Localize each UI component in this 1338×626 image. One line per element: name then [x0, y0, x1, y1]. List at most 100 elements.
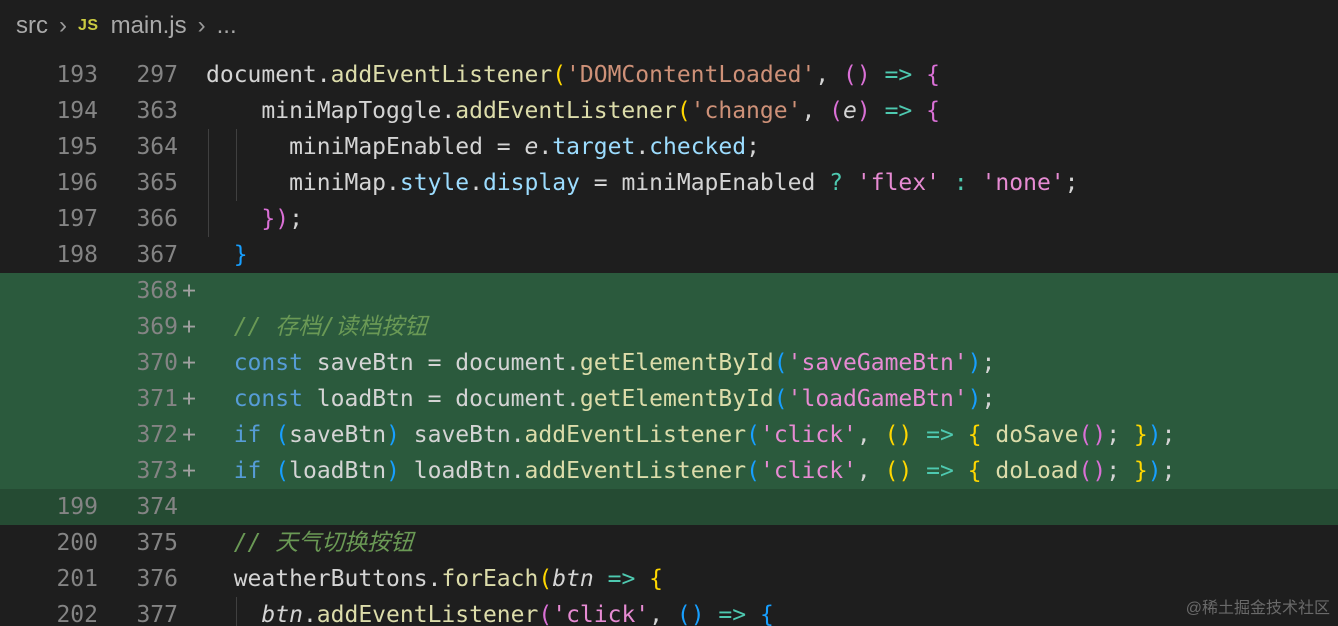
code-token: } — [1133, 422, 1148, 448]
code-token: => — [870, 98, 927, 124]
code-line[interactable]: 202 377 btn.addEventListener('click', () … — [0, 597, 1338, 626]
code-line[interactable]: 196 365 miniMap.style.display = miniMapEn… — [0, 165, 1338, 201]
code-token: e — [524, 134, 539, 160]
js-file-icon: JS — [78, 17, 99, 34]
breadcrumb: src › JS main.js › ... — [0, 0, 1338, 52]
code-line[interactable]: 369 + // 存档/读档按钮 — [0, 309, 1338, 345]
added-line-marker: + — [182, 422, 196, 448]
code-token: ) — [386, 422, 400, 448]
added-line-marker: + — [182, 458, 196, 484]
code-line[interactable]: 373 + if (loadBtn) loadBtn.addEventListen… — [0, 453, 1338, 489]
old-line-number: 193 — [56, 62, 98, 88]
code-token: => — [912, 422, 968, 448]
code-token: ) — [1147, 422, 1162, 448]
code-text: }); — [206, 201, 303, 237]
old-line-number: 199 — [56, 494, 98, 520]
code-token: target — [552, 134, 636, 160]
new-line-number: 367 — [136, 242, 178, 268]
code-line[interactable]: 198 367 } — [0, 237, 1338, 273]
code-token: => — [704, 602, 760, 626]
code-text: if (loadBtn) loadBtn.addEventListener('c… — [206, 453, 1176, 489]
code-line[interactable]: 195 364 miniMapEnabled = e.target.checked… — [0, 129, 1338, 165]
code-token: : — [953, 170, 968, 196]
code-token: ; — [746, 134, 760, 160]
code-token: ( — [552, 62, 567, 88]
code-token: ( — [746, 458, 760, 484]
code-token: addEventListener — [455, 98, 677, 124]
code-line[interactable]: 193 297 document.addEventListener('DOMCont… — [0, 57, 1338, 93]
old-line-number: 200 — [56, 530, 98, 556]
code-token: 'saveGameBtn' — [787, 350, 968, 376]
code-text: miniMap.style.display = miniMapEnabled ?… — [206, 165, 1078, 201]
breadcrumb-folder[interactable]: src — [16, 12, 48, 40]
code-token: ; — [981, 350, 996, 376]
code-line[interactable]: 368 + — [0, 273, 1338, 309]
code-token: = miniMapEnabled — [579, 170, 830, 196]
code-token: ; — [1161, 422, 1176, 448]
code-token: () — [676, 602, 705, 626]
code-line[interactable]: 199 374 — [0, 489, 1338, 525]
diff-editor[interactable]: 193 297 document.addEventListener('DOMCont… — [0, 57, 1338, 626]
code-token: ( — [538, 602, 553, 626]
code-token: addEventListener — [316, 602, 539, 626]
new-line-number: 375 — [136, 530, 178, 556]
code-token: ; — [1106, 458, 1134, 484]
new-line-number: 364 — [136, 134, 178, 160]
code-token: } — [1133, 458, 1148, 484]
code-token: ) — [967, 386, 982, 412]
code-token: miniMapEnabled = — [206, 134, 525, 160]
code-token: saveBtn = document. — [302, 350, 580, 376]
code-token: display — [482, 170, 580, 196]
code-token: { — [926, 98, 940, 124]
code-text: // 存档/读档按钮 — [206, 309, 427, 345]
code-line[interactable]: 372 + if (saveBtn) saveBtn.addEventListen… — [0, 417, 1338, 453]
code-token: document. — [206, 62, 331, 88]
added-line-marker: + — [182, 350, 196, 376]
code-token: { — [967, 458, 982, 484]
code-token: btn — [552, 566, 594, 592]
code-token: ) — [386, 458, 400, 484]
code-line[interactable]: 371 + const loadBtn = document.getElement… — [0, 381, 1338, 417]
code-token: weatherButtons. — [206, 566, 442, 592]
code-token: const — [233, 386, 303, 412]
code-token: // 存档/读档按钮 — [206, 314, 428, 340]
code-token: , — [649, 602, 677, 626]
new-line-number: 374 — [136, 494, 178, 520]
code-token: ( — [773, 350, 788, 376]
chevron-right-icon: › — [59, 12, 67, 39]
code-line[interactable]: 197 366 }); — [0, 201, 1338, 237]
code-token: const — [233, 350, 303, 376]
code-line[interactable]: 194 363 miniMapToggle.addEventListener('c… — [0, 93, 1338, 129]
old-line-number: 195 — [56, 134, 98, 160]
new-line-number: 377 — [136, 602, 178, 626]
code-token: => — [593, 566, 650, 592]
code-token: => — [870, 62, 927, 88]
code-token: () — [884, 422, 913, 448]
code-line[interactable]: 370 + const saveBtn = document.getElement… — [0, 345, 1338, 381]
breadcrumb-more[interactable]: ... — [217, 12, 237, 40]
new-line-number: 297 — [136, 62, 178, 88]
code-token: saveBtn. — [399, 422, 525, 448]
code-line[interactable]: 201 376 weatherButtons.forEach(btn => { — [0, 561, 1338, 597]
code-token: ( — [538, 566, 553, 592]
new-line-number: 365 — [136, 170, 178, 196]
chevron-right-icon: › — [197, 12, 206, 39]
added-line-marker: + — [182, 314, 196, 340]
new-line-number: 363 — [136, 98, 178, 124]
breadcrumb-file[interactable]: main.js — [111, 12, 187, 40]
code-token: ; — [981, 386, 996, 412]
code-token: btn — [261, 602, 303, 626]
code-token: ; — [289, 206, 303, 232]
code-token: => — [912, 458, 968, 484]
code-text: } — [206, 237, 248, 273]
code-text: // 天气切换按钮 — [206, 525, 414, 561]
code-line[interactable]: 200 375 // 天气切换按钮 — [0, 525, 1338, 561]
